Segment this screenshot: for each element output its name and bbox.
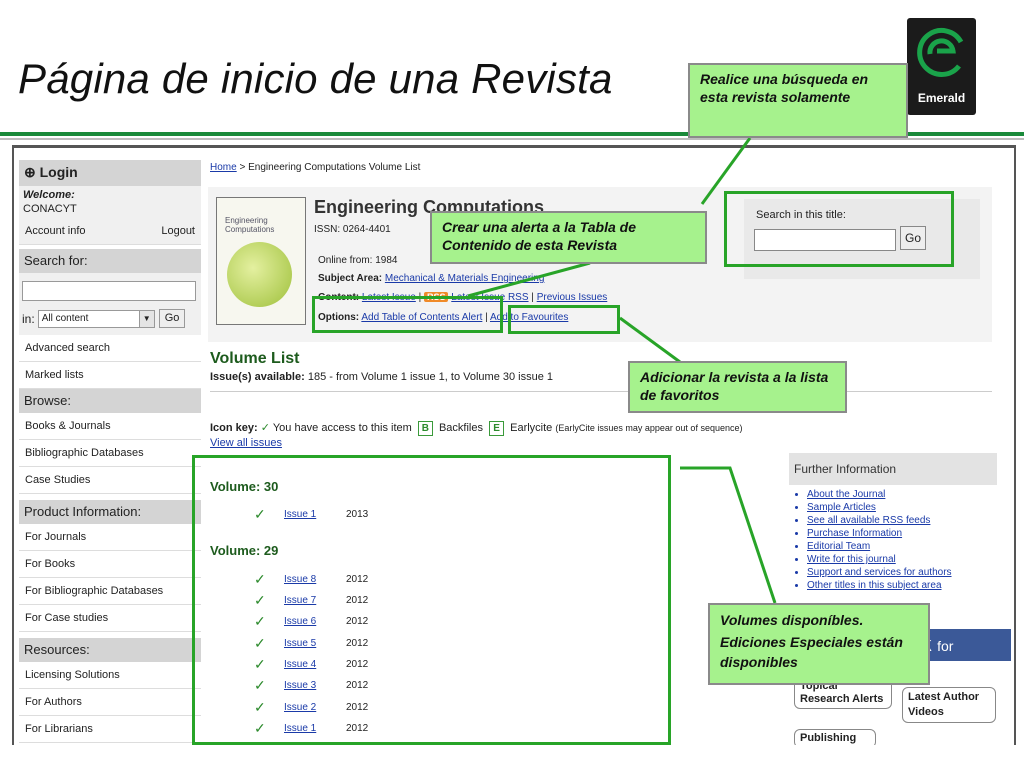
callout-volumes-line1: Volumes disponíbles. — [720, 612, 864, 628]
callout-toc-alert: Crear una alerta a la Tabla de Contenido… — [430, 211, 707, 264]
callout-favorites: Adicionar la revista a la lista de favor… — [628, 361, 847, 413]
callout-search: Realice una búsqueda en esta revista sol… — [688, 63, 908, 138]
callout-volumes-line2: Ediciones Especiales están disponibles — [720, 634, 903, 670]
callout-volumes: Volumes disponíbles. Ediciones Especiale… — [708, 603, 930, 685]
